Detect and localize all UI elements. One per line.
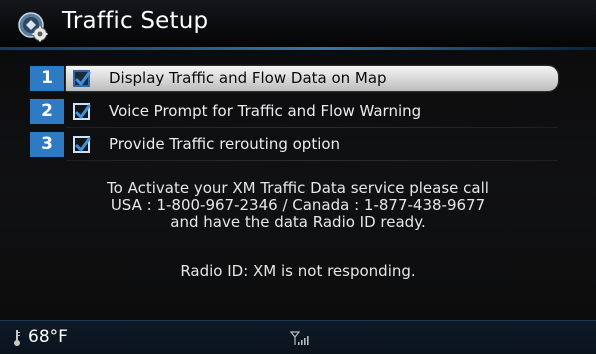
radio-id-status: Radio ID: XM is not responding. [180,262,416,280]
option-number-badge: 3 [30,132,64,157]
info-line: To Activate your XM Traffic Data service… [107,179,489,197]
header-bar: Traffic Setup [0,0,596,48]
option-display-traffic-flow[interactable]: 1 Display Traffic and Flow Data on Map [30,66,558,91]
option-label: Voice Prompt for Traffic and Flow Warnin… [109,102,422,120]
navigation-settings-icon [18,12,48,42]
option-traffic-rerouting[interactable]: 3 Provide Traffic rerouting option [30,132,558,161]
option-voice-prompt-traffic[interactable]: 2 Voice Prompt for Traffic and Flow Warn… [30,99,558,128]
info-line: and have the data Radio ID ready. [170,213,426,231]
status-bar: 68°F [0,320,596,354]
signal-strength-icon [289,331,310,346]
option-number-badge: 1 [30,66,64,91]
checkmark-icon [75,104,91,119]
row-divider [66,127,558,128]
option-label: Provide Traffic rerouting option [109,135,341,153]
option-number-badge: 2 [30,99,64,124]
checkmark-icon [75,137,91,152]
option-label: Display Traffic and Flow Data on Map [109,69,387,87]
activation-info: To Activate your XM Traffic Data service… [0,180,596,231]
outside-temperature: 68°F [28,327,68,347]
page-title: Traffic Setup [62,8,209,34]
voice-prompt-checkbox[interactable] [73,103,91,120]
traffic-rerouting-checkbox[interactable] [73,136,91,153]
checkmark-icon [75,71,91,86]
info-line: USA : 1-800-967-2346 / Canada : 1-877-43… [110,196,486,214]
display-traffic-checkbox[interactable] [73,70,91,87]
row-divider [66,160,558,161]
thermometer-icon [13,329,21,347]
traffic-setup-screen: Traffic Setup 1 Display Traffic and Flow… [0,0,596,354]
